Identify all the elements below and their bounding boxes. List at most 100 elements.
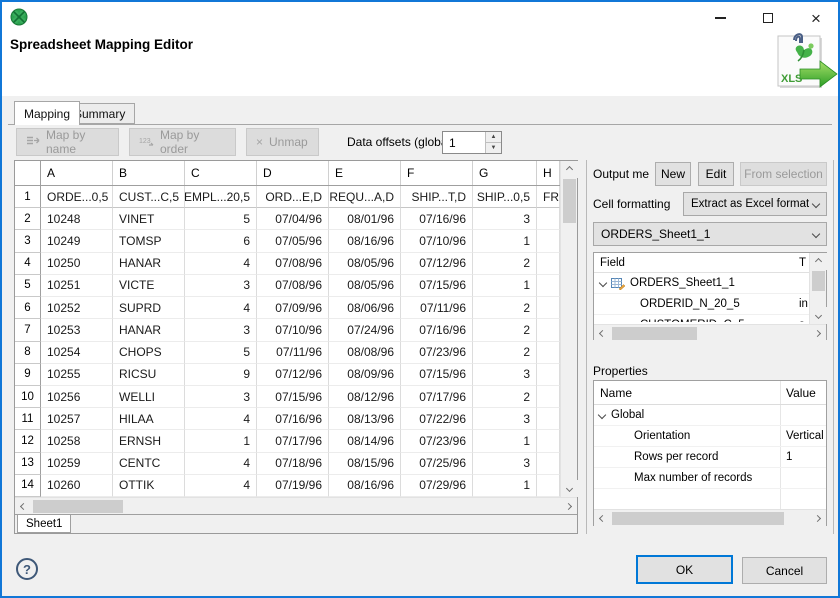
grid-cell[interactable]: 07/16/96 [401,319,473,341]
grid-cell[interactable]: ORDE...0,5 [41,186,113,208]
column-header-H[interactable]: H [537,161,560,185]
grid-cell[interactable]: 07/19/96 [257,475,329,497]
grid-cell[interactable]: 6 [185,230,257,252]
data-offsets-value[interactable]: 1 [443,132,485,153]
row-header[interactable]: 6 [15,297,41,319]
grid-cell[interactable] [537,364,560,386]
data-offsets-spinner[interactable]: 1 ▲ ▼ [442,131,502,154]
grid-cell[interactable]: 07/24/96 [329,319,401,341]
scroll-left-icon[interactable] [15,498,32,515]
row-header[interactable]: 8 [15,342,41,364]
grid-cell[interactable]: SHIP...T,D [401,186,473,208]
maximize-button[interactable] [752,6,784,30]
grid-hscroll-thumb[interactable] [33,500,123,513]
scroll-left-icon[interactable] [594,325,611,342]
properties-hscroll-thumb[interactable] [612,512,784,525]
expander-icon[interactable] [598,411,606,419]
grid-cell[interactable]: 3 [185,319,257,341]
grid-cell[interactable]: 5 [185,342,257,364]
property-row-orientation[interactable]: Orientation Vertical [594,426,826,447]
row-header[interactable]: 1 [15,186,41,208]
grid-cell[interactable]: SUPRD [113,297,185,319]
grid-cell[interactable]: 08/13/96 [329,408,401,430]
grid-cell[interactable]: 10257 [41,408,113,430]
column-header-D[interactable]: D [257,161,329,185]
unmap-button[interactable]: × Unmap [246,128,319,156]
scroll-down-icon[interactable] [561,480,578,497]
spinner-up-icon[interactable]: ▲ [486,132,501,143]
grid-cell[interactable]: 10256 [41,386,113,408]
grid-cell[interactable]: 2 [473,319,537,341]
properties-horizontal-scrollbar[interactable] [594,509,826,526]
grid-cell[interactable]: 10259 [41,453,113,475]
grid-cell[interactable]: 07/15/96 [401,275,473,297]
grid-cell[interactable]: 4 [185,475,257,497]
expander-icon[interactable] [599,279,607,287]
grid-cell[interactable] [537,297,560,319]
row-header[interactable]: 11 [15,408,41,430]
map-by-order-button[interactable]: 123 Map by order [129,128,236,156]
metadata-select[interactable]: ORDERS_Sheet1_1 [593,222,827,246]
row-header[interactable]: 3 [15,230,41,252]
grid-cell[interactable]: CHOPS [113,342,185,364]
grid-cell[interactable]: 3 [185,386,257,408]
grid-cell[interactable] [537,342,560,364]
row-header[interactable]: 12 [15,430,41,452]
grid-cell[interactable]: 08/16/96 [329,475,401,497]
grid-cell[interactable]: 07/04/96 [257,208,329,230]
grid-cell[interactable]: FREIG [537,186,560,208]
grid-cell[interactable]: 5 [185,208,257,230]
tab-mapping[interactable]: Mapping [14,101,80,125]
grid-cell[interactable] [537,430,560,452]
grid-cell[interactable]: 3 [473,364,537,386]
column-header-B[interactable]: B [113,161,185,185]
grid-cell[interactable]: ERNSH [113,430,185,452]
grid-cell[interactable] [537,319,560,341]
grid-cell[interactable]: TOMSP [113,230,185,252]
grid-cell[interactable]: 9 [185,364,257,386]
grid-cell[interactable]: REQU...A,D [329,186,401,208]
tree-field-row[interactable]: ORDERID_N_20_5 in [594,294,809,315]
grid-cell[interactable]: EMPL...20,5 [185,186,257,208]
grid-cell[interactable]: 07/11/96 [257,342,329,364]
grid-cell[interactable]: 07/05/96 [257,230,329,252]
help-button[interactable]: ? [16,558,38,580]
grid-cell[interactable]: 07/23/96 [401,430,473,452]
from-selection-button[interactable]: From selection [740,162,827,186]
grid-cell[interactable] [537,275,560,297]
row-header[interactable]: 4 [15,253,41,275]
grid-cell[interactable] [537,208,560,230]
spinner-down-icon[interactable]: ▼ [486,143,501,153]
grid-cell[interactable]: 07/12/96 [401,253,473,275]
grid-cell[interactable]: 3 [185,275,257,297]
grid-cell[interactable]: 07/18/96 [257,453,329,475]
grid-cell[interactable]: 10251 [41,275,113,297]
grid-cell[interactable]: 07/22/96 [401,408,473,430]
grid-cell[interactable]: 10249 [41,230,113,252]
grid-cell[interactable]: 07/11/96 [401,297,473,319]
close-button[interactable]: × [800,6,832,30]
tree-horizontal-scrollbar[interactable] [594,324,826,341]
grid-cell[interactable]: 3 [473,208,537,230]
scroll-right-icon[interactable] [560,498,577,515]
grid-cell[interactable]: 07/15/96 [257,386,329,408]
minimize-button[interactable] [704,6,736,30]
grid-cell[interactable] [537,386,560,408]
grid-cell[interactable]: 07/09/96 [257,297,329,319]
grid-cell[interactable]: 08/05/96 [329,253,401,275]
property-row-max-records[interactable]: Max number of records [594,468,826,489]
grid-cell[interactable]: CUST...C,5 [113,186,185,208]
edit-metadata-button[interactable]: Edit [698,162,734,186]
grid-cell[interactable]: 08/05/96 [329,275,401,297]
grid-cell[interactable]: 08/01/96 [329,208,401,230]
grid-vscroll-thumb[interactable] [563,179,576,223]
property-row-empty[interactable] [594,489,826,510]
grid-cell[interactable]: 1 [473,430,537,452]
grid-cell[interactable]: 07/29/96 [401,475,473,497]
grid-cell[interactable]: 4 [185,408,257,430]
ok-button[interactable]: OK [636,555,733,584]
grid-cell[interactable]: 2 [473,386,537,408]
grid-cell[interactable]: 10260 [41,475,113,497]
column-header-A[interactable]: A [41,161,113,185]
scroll-up-icon[interactable] [810,253,827,270]
